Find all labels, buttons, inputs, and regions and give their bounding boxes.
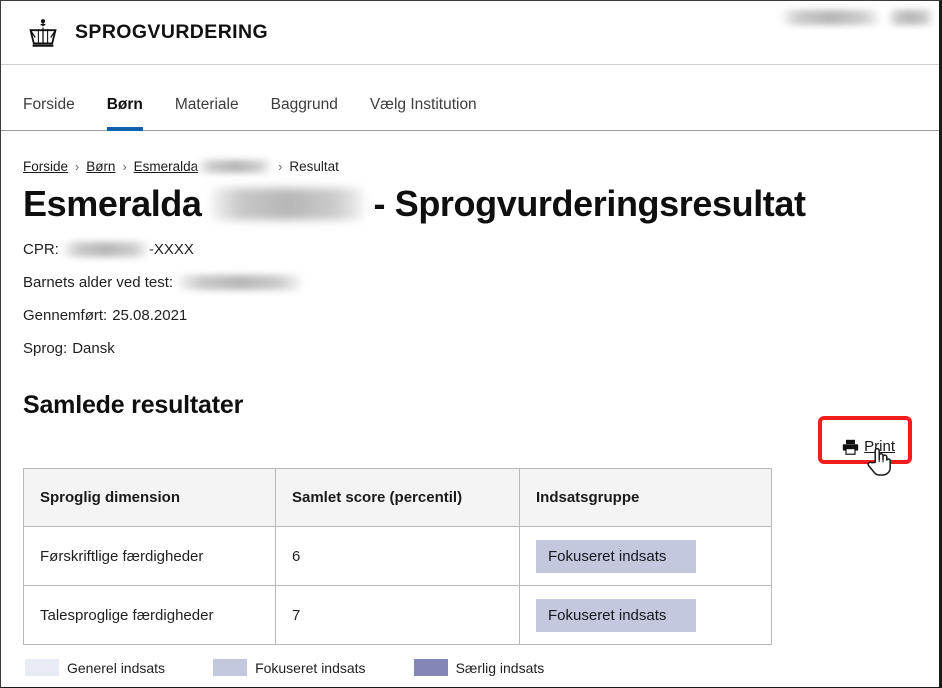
table-row: Talesproglige færdigheder 7 Fokuseret in… bbox=[23, 585, 772, 645]
column-header-dimension: Sproglig dimension bbox=[23, 468, 276, 527]
meta-age-redacted bbox=[179, 275, 302, 290]
breadcrumb-item-resultat: Resultat bbox=[289, 159, 339, 174]
column-header-group: Indsatsgruppe bbox=[519, 468, 772, 527]
legend-item-saerlig: Særlig indsats bbox=[413, 659, 545, 676]
meta-age: Barnets alder ved test: bbox=[23, 274, 917, 291]
breadcrumb: Forside › Børn › Esmeralda › Resultat bbox=[23, 159, 917, 174]
legend-label-fokuseret: Fokuseret indsats bbox=[255, 659, 366, 676]
user-name-redacted bbox=[783, 10, 879, 25]
browser-viewport: SPROGVURDERING Forside Børn Materiale Ba… bbox=[0, 0, 942, 688]
meta-completed-value: 25.08.2021 bbox=[112, 307, 188, 324]
nav-item-boern[interactable]: Børn bbox=[106, 96, 144, 131]
meta-cpr-redacted bbox=[63, 242, 148, 257]
site-header: SPROGVURDERING bbox=[1, 1, 939, 65]
cell-score: 7 bbox=[275, 585, 520, 645]
breadcrumb-item-forside[interactable]: Forside bbox=[23, 159, 68, 174]
nav-item-materiale[interactable]: Materiale bbox=[175, 96, 239, 130]
status-badge: Fokuseret indsats bbox=[536, 539, 696, 573]
meta-language: Sprog: Dansk bbox=[23, 340, 917, 357]
breadcrumb-child-name: Esmeralda bbox=[133, 159, 199, 174]
print-button-label: Print bbox=[864, 438, 895, 455]
page-title-first-name: Esmeralda bbox=[23, 183, 202, 224]
meta-completed: Gennemført: 25.08.2021 bbox=[23, 307, 917, 324]
logout-link-redacted[interactable] bbox=[889, 10, 933, 25]
column-header-score: Samlet score (percentil) bbox=[275, 468, 520, 527]
printer-icon bbox=[842, 439, 859, 455]
legend-swatch-generel bbox=[25, 659, 59, 676]
breadcrumb-item-boern[interactable]: Børn bbox=[86, 159, 115, 174]
nav-item-baggrund[interactable]: Baggrund bbox=[271, 96, 338, 130]
meta-completed-label: Gennemført: bbox=[23, 307, 108, 324]
cell-dimension: Førskriftlige færdigheder bbox=[23, 526, 276, 586]
crown-icon bbox=[29, 18, 57, 47]
table-row: Førskriftlige færdigheder 6 Fokuseret in… bbox=[23, 526, 772, 586]
nav-item-vaelg-institution[interactable]: Vælg Institution bbox=[370, 96, 477, 130]
breadcrumb-item-child[interactable]: Esmeralda bbox=[134, 159, 272, 174]
page-title-suffix: - Sprogvurderingsresultat bbox=[373, 183, 806, 224]
cell-dimension: Talesproglige færdigheder bbox=[23, 585, 276, 645]
breadcrumb-separator-icon: › bbox=[278, 159, 283, 174]
results-table: Sproglig dimension Samlet score (percent… bbox=[23, 468, 772, 645]
legend-item-fokuseret: Fokuseret indsats bbox=[213, 659, 366, 676]
print-row: Print bbox=[23, 416, 917, 476]
brand-title: SPROGVURDERING bbox=[75, 21, 269, 43]
meta-cpr-tail: -XXXX bbox=[148, 241, 194, 258]
legend-item-generel: Generel indsats bbox=[25, 659, 165, 676]
legend-swatch-saerlig bbox=[413, 659, 448, 676]
brand-logo[interactable]: SPROGVURDERING bbox=[1, 16, 268, 50]
page-title: Esmeralda - Sprogvurderingsresultat bbox=[23, 183, 917, 225]
table-header-row: Sproglig dimension Samlet score (percent… bbox=[23, 468, 772, 527]
legend-label-saerlig: Særlig indsats bbox=[455, 659, 545, 676]
meta-language-value: Dansk bbox=[72, 340, 115, 357]
meta-age-label: Barnets alder ved test: bbox=[23, 274, 174, 291]
results-table-body: Førskriftlige færdigheder 6 Fokuseret in… bbox=[23, 526, 772, 645]
breadcrumb-separator-icon: › bbox=[122, 159, 127, 174]
legend-swatch-fokuseret bbox=[213, 659, 248, 676]
section-title-samlede-resultater: Samlede resultater bbox=[23, 391, 244, 419]
page-title-surname-redacted bbox=[211, 188, 364, 220]
breadcrumb-child-surname-redacted bbox=[199, 160, 272, 173]
print-button[interactable]: Print bbox=[842, 438, 895, 455]
main-navigation: Forside Børn Materiale Baggrund Vælg Ins… bbox=[1, 65, 939, 131]
breadcrumb-separator-icon: › bbox=[75, 159, 80, 174]
header-user-area[interactable] bbox=[783, 10, 933, 25]
results-table-head: Sproglig dimension Samlet score (percent… bbox=[23, 468, 772, 527]
legend-label-generel: Generel indsats bbox=[67, 659, 166, 676]
meta-cpr: CPR: -XXXX bbox=[23, 241, 917, 258]
meta-cpr-label: CPR: bbox=[23, 241, 59, 258]
page-content: Forside › Børn › Esmeralda › Resultat Es… bbox=[1, 131, 939, 676]
status-badge: Fokuseret indsats bbox=[536, 598, 696, 632]
cell-group: Fokuseret indsats bbox=[519, 526, 772, 586]
cell-group: Fokuseret indsats bbox=[519, 585, 772, 645]
cell-score: 6 bbox=[275, 526, 520, 586]
meta-language-label: Sprog: bbox=[23, 340, 68, 357]
nav-item-forside[interactable]: Forside bbox=[23, 96, 75, 130]
indsatsgruppe-legend: Generel indsats Fokuseret indsats Særlig… bbox=[23, 659, 917, 676]
